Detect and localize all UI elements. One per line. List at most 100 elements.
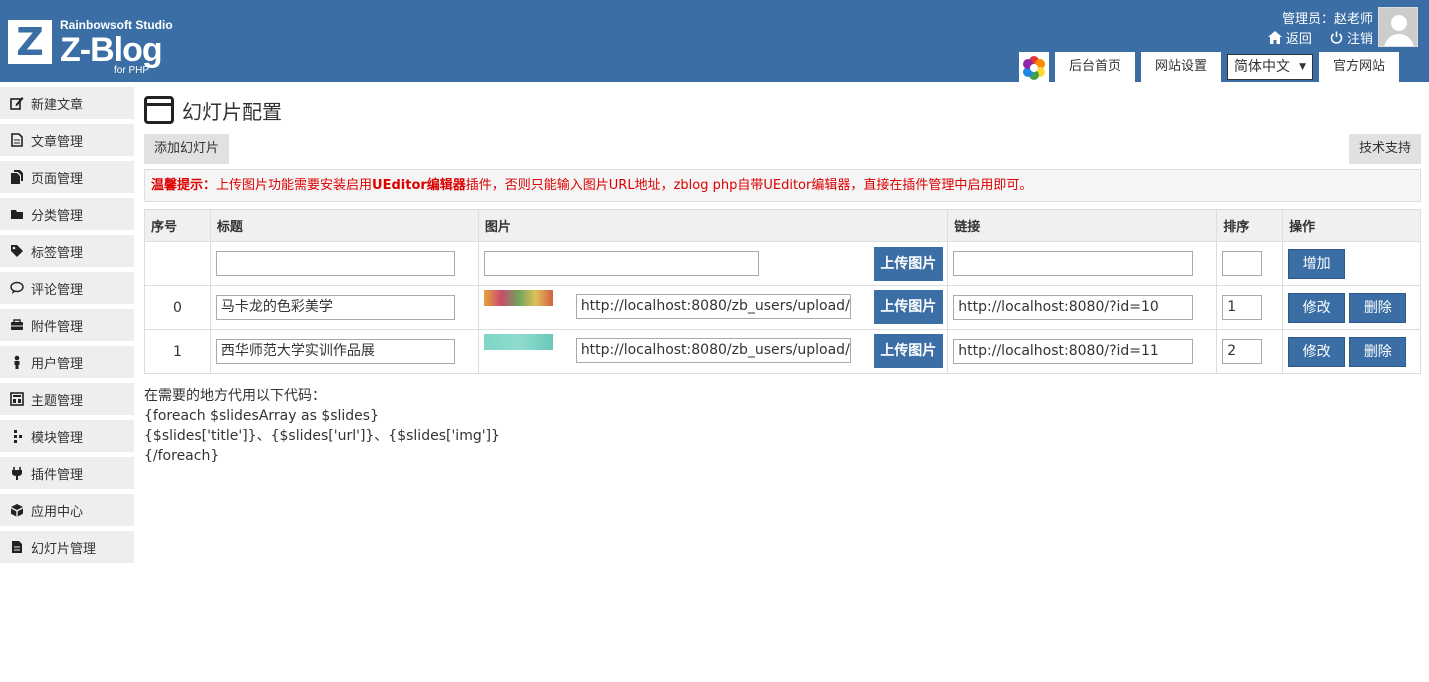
header-link: 链接 — [947, 209, 1218, 242]
title-input[interactable]: 西华师范大学实训作品展 — [215, 339, 455, 364]
code-line: {foreach $slidesArray as $slides} — [144, 408, 379, 424]
slides-table: 序号 标题 图片 链接 排序 操作 上传图片 增加 0 马卡龙的色彩美学 htt… — [144, 209, 1421, 374]
notice-text-1: 上传图片功能需要安装启用 — [216, 178, 373, 193]
file-icon — [10, 133, 24, 147]
sidebar-item[interactable]: 主题管理 — [0, 383, 134, 415]
page-title: 幻灯片配置 — [144, 90, 1421, 130]
sidebar-item[interactable]: 插件管理 — [0, 457, 134, 489]
back-link[interactable]: 返回 — [1267, 28, 1312, 47]
sidebar-item-label: 应用中心 — [31, 504, 84, 520]
header-id: 序号 — [144, 209, 211, 242]
row-id: 1 — [144, 329, 211, 374]
avatar[interactable] — [1378, 7, 1418, 47]
power-icon — [1330, 31, 1343, 44]
sidebar-item[interactable]: 模块管理 — [0, 420, 134, 452]
image-url-input[interactable]: http://localhost:8080/zb_users/upload/20… — [575, 294, 851, 319]
sidebar-item[interactable]: 附件管理 — [0, 309, 134, 341]
sidebar-item[interactable]: 评论管理 — [0, 272, 134, 304]
sidebar-item-label: 标签管理 — [31, 245, 84, 261]
add-slide-button[interactable]: 添加幻灯片 — [144, 134, 230, 164]
header-action: 操作 — [1282, 209, 1421, 242]
tab-dashboard[interactable]: 后台首页 — [1055, 52, 1136, 82]
delete-button[interactable]: 删除 — [1349, 336, 1407, 367]
sidebar-item-label: 评论管理 — [31, 282, 84, 298]
sidebar-item[interactable]: 页面管理 — [0, 161, 134, 193]
code-hint: 在需要的地方代用以下代码： {foreach $slidesArray as $… — [144, 386, 500, 466]
sidebar-item[interactable]: 标签管理 — [0, 235, 134, 267]
home-icon — [1267, 31, 1282, 44]
upload-button[interactable]: 上传图片 — [873, 334, 943, 368]
sidebar-item[interactable]: 用户管理 — [0, 346, 134, 378]
notice-label: 温馨提示： — [151, 178, 217, 193]
new-title-input[interactable] — [215, 251, 455, 276]
new-order-input[interactable] — [1222, 251, 1263, 276]
attachment-icon — [10, 318, 24, 332]
slide-thumbnail — [483, 290, 553, 306]
back-label: 返回 — [1285, 32, 1312, 47]
plugin-icon — [10, 466, 24, 480]
link-input[interactable]: http://localhost:8080/?id=11 — [953, 339, 1194, 364]
code-line: {$slides['title']}、{$slides['url']}、{$sl… — [144, 428, 500, 444]
theme-icon — [10, 392, 24, 406]
order-input[interactable]: 1 — [1222, 295, 1263, 320]
new-link-input[interactable] — [953, 251, 1194, 276]
files-icon — [10, 170, 24, 184]
notice-plugin: UEditor编辑器 — [372, 178, 466, 193]
notice-text-2: 插件，否则只能输入图片URL地址，zblog php自带UEditor编辑器，直… — [465, 178, 1033, 193]
sidebar-item[interactable]: 文章管理 — [0, 124, 134, 156]
logo-brand: Z-Blog — [60, 31, 163, 69]
sidebar: 新建文章文章管理页面管理分类管理标签管理评论管理附件管理用户管理主题管理模块管理… — [0, 87, 134, 568]
edit-button[interactable]: 修改 — [1288, 292, 1346, 323]
slides-icon — [10, 540, 24, 554]
app-center-icon — [10, 503, 24, 517]
header-title: 标题 — [209, 209, 479, 242]
window-icon — [144, 96, 174, 124]
sidebar-item-label: 文章管理 — [31, 134, 84, 150]
sidebar-item-label: 用户管理 — [31, 356, 84, 372]
new-slide-row: 上传图片 增加 — [144, 241, 1421, 286]
new-image-input[interactable] — [483, 251, 759, 276]
main-content: 幻灯片配置 添加幻灯片 技术支持 温馨提示：上传图片功能需要安装启用UEdito… — [144, 90, 1421, 464]
order-input[interactable]: 2 — [1222, 339, 1263, 364]
table-row: 1 西华师范大学实训作品展 http://localhost:8080/zb_u… — [144, 329, 1421, 374]
comment-icon — [10, 281, 24, 295]
tag-icon — [10, 244, 24, 258]
delete-button[interactable]: 删除 — [1349, 292, 1407, 323]
sidebar-item[interactable]: 幻灯片管理 — [0, 531, 134, 563]
sidebar-item-label: 新建文章 — [31, 97, 84, 113]
tab-official-site[interactable]: 官方网站 — [1319, 52, 1400, 82]
code-line: {/foreach} — [144, 448, 220, 464]
notice-bar: 温馨提示：上传图片功能需要安装启用UEditor编辑器插件，否则只能输入图片UR… — [144, 169, 1421, 202]
sidebar-item-label: 分类管理 — [31, 208, 84, 224]
logout-label: 注销 — [1346, 32, 1373, 47]
logo[interactable]: Z Rainbowsoft Studio Z-Blog for PHP — [8, 18, 198, 78]
color-flower-icon[interactable] — [1019, 52, 1049, 82]
sidebar-item[interactable]: 应用中心 — [0, 494, 134, 526]
sidebar-item-label: 主题管理 — [31, 393, 84, 409]
upload-button[interactable]: 上传图片 — [873, 246, 943, 281]
row-id: 0 — [144, 285, 211, 330]
language-select[interactable]: 简体中文 ▼ — [1227, 54, 1314, 80]
link-input[interactable]: http://localhost:8080/?id=10 — [953, 295, 1194, 320]
add-button[interactable]: 增加 — [1288, 248, 1346, 279]
language-value: 简体中文 — [1234, 59, 1291, 75]
tab-site-settings[interactable]: 网站设置 — [1141, 52, 1222, 82]
sidebar-item-label: 页面管理 — [31, 171, 84, 187]
slide-thumbnail — [483, 334, 553, 350]
sidebar-item[interactable]: 新建文章 — [0, 87, 134, 119]
table-row: 0 马卡龙的色彩美学 http://localhost:8080/zb_user… — [144, 285, 1421, 330]
sidebar-item-label: 幻灯片管理 — [31, 541, 97, 557]
upload-button[interactable]: 上传图片 — [873, 290, 943, 324]
user-icon — [10, 355, 24, 369]
edit-button[interactable]: 修改 — [1288, 336, 1346, 367]
image-url-input[interactable]: http://localhost:8080/zb_users/upload/20… — [575, 338, 851, 363]
page-title-text: 幻灯片配置 — [182, 99, 282, 124]
sidebar-item[interactable]: 分类管理 — [0, 198, 134, 230]
sidebar-item-label: 附件管理 — [31, 319, 84, 335]
logout-link[interactable]: 注销 — [1330, 28, 1373, 47]
header: Z Rainbowsoft Studio Z-Blog for PHP 管理员：… — [0, 0, 1429, 82]
support-button[interactable]: 技术支持 — [1348, 134, 1421, 164]
title-input[interactable]: 马卡龙的色彩美学 — [215, 295, 455, 320]
code-line: 在需要的地方代用以下代码： — [144, 388, 326, 404]
admin-name: 管理员：赵老师 — [1281, 12, 1373, 27]
